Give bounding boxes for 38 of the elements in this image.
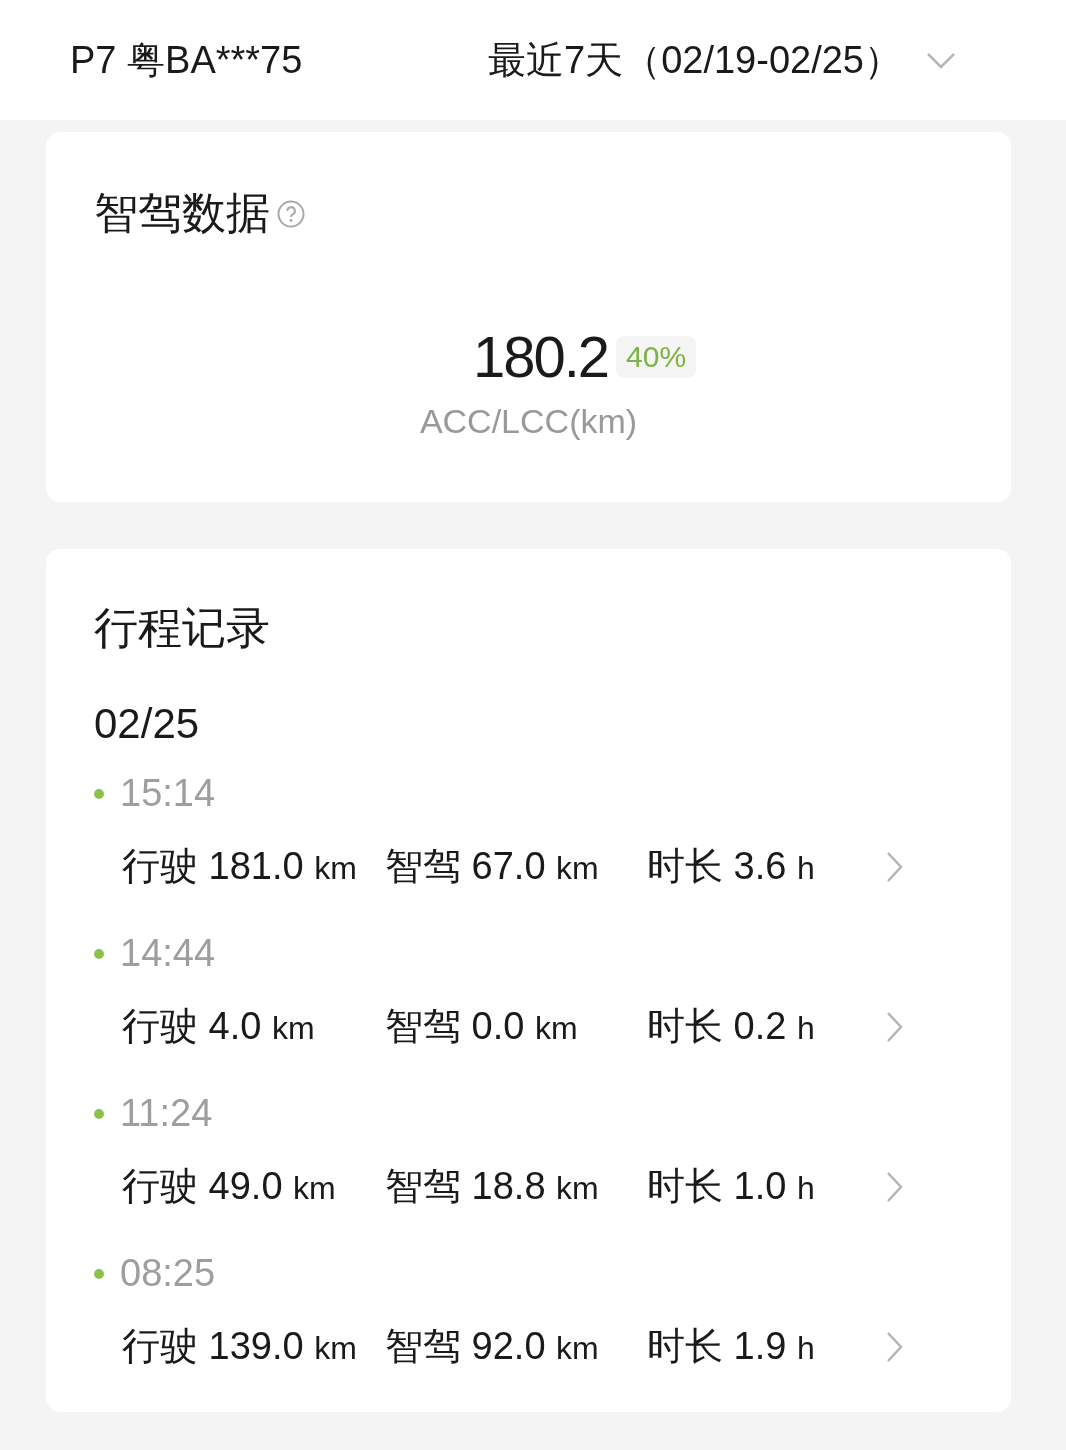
vehicle-plate: P7 粤BA***75 <box>70 37 304 83</box>
trip-row[interactable]: 11:24 行驶 49.0 km 智驾 18.8 km 时长 1.0 h <box>94 1092 963 1212</box>
chevron-right-icon <box>885 1010 903 1043</box>
trip-row[interactable]: 15:14 行驶 181.0 km 智驾 67.0 km 时长 3.6 h <box>94 772 963 892</box>
percent-badge: 40% <box>616 335 697 378</box>
period-dropdown[interactable]: 最近7天（02/19-02/25） <box>488 34 956 86</box>
section-title: 智驾数据 <box>94 187 270 239</box>
chevron-right-icon <box>885 1170 903 1203</box>
chevron-right-icon <box>885 850 903 883</box>
status-dot <box>94 788 104 799</box>
trip-stat: 智驾 18.8 km <box>385 1164 600 1209</box>
trip-time: 08:25 <box>120 1252 216 1295</box>
value-caption: ACC/LCC(km) <box>418 402 639 441</box>
trip-stat: 时长 3.6 h <box>647 844 816 889</box>
trip-stat: 行驶 49.0 km <box>122 1164 337 1209</box>
trip-stat: 智驾 0.0 km <box>385 1004 579 1049</box>
trip-stat: 智驾 67.0 km <box>385 844 600 889</box>
trip-row[interactable]: 14:44 行驶 4.0 km 智驾 0.0 km 时长 0.2 h <box>94 932 963 1052</box>
status-dot <box>94 1268 104 1279</box>
trip-stat: 行驶 181.0 km <box>122 844 358 889</box>
status-dot <box>94 1108 104 1119</box>
distance-value: 180.2 <box>472 323 609 390</box>
trip-stat: 时长 1.9 h <box>647 1324 816 1369</box>
chevron-right-icon <box>885 1330 903 1363</box>
trip-time: 14:44 <box>120 932 216 975</box>
help-icon[interactable] <box>276 198 306 229</box>
trip-time: 15:14 <box>120 772 216 815</box>
trip-stat: 智驾 92.0 km <box>385 1324 600 1369</box>
trip-stat: 时长 1.0 h <box>647 1164 816 1209</box>
trip-stat: 行驶 4.0 km <box>122 1004 316 1049</box>
trip-row[interactable]: 08:25 行驶 139.0 km 智驾 92.0 km 时长 1.9 h <box>94 1252 963 1372</box>
date-heading: 02/25 <box>94 700 201 748</box>
trip-stat: 时长 0.2 h <box>647 1004 816 1049</box>
status-dot <box>94 948 104 959</box>
section-title: 行程记录 <box>94 602 271 654</box>
trip-time: 11:24 <box>120 1092 213 1135</box>
chevron-down-icon <box>926 51 956 69</box>
trip-stat: 行驶 139.0 km <box>122 1324 358 1369</box>
